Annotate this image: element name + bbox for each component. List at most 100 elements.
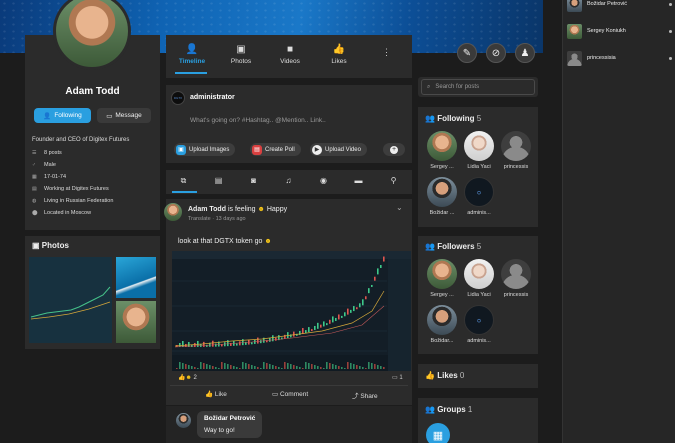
candle bbox=[239, 341, 241, 346]
candle bbox=[374, 276, 376, 281]
volume-bar bbox=[344, 368, 346, 369]
volume-bar bbox=[317, 366, 319, 369]
tab-timeline[interactable]: 👤 Timeline bbox=[168, 40, 216, 70]
comment-author[interactable]: Božidar Petrović bbox=[204, 415, 255, 422]
photos-title: ▣ Photos bbox=[32, 241, 69, 250]
photo-thumb-person[interactable] bbox=[116, 301, 156, 343]
post-image[interactable]: DGTX/BTC bbox=[172, 251, 411, 371]
volume-bar bbox=[260, 368, 262, 369]
chat-contact[interactable]: Sergey Koniukh bbox=[567, 23, 672, 39]
profile-detail-row: ⬤ Located in Moscow bbox=[32, 210, 92, 216]
following-person[interactable]: ⬡ adminis... bbox=[462, 177, 496, 216]
filter-tab-photo-posts[interactable]: ◙ bbox=[236, 172, 271, 189]
following-person[interactable]: princessis bbox=[499, 131, 533, 170]
poke-button[interactable]: ♟ bbox=[515, 43, 535, 63]
volume-bar bbox=[353, 364, 355, 369]
composer-input[interactable]: What's going on? #Hashtag.. @Mention.. L… bbox=[190, 117, 326, 124]
tab-likes[interactable]: 👍 Likes bbox=[315, 40, 363, 70]
groups-title[interactable]: 👥 Groups 1 bbox=[425, 405, 472, 414]
post-reactions[interactable]: 👍☻ 2 bbox=[178, 374, 197, 381]
followers-person[interactable]: Sergey ... bbox=[425, 259, 459, 298]
following-person[interactable]: Sergey ... bbox=[425, 131, 459, 170]
chat-contact[interactable]: Božidar Petrović bbox=[567, 0, 672, 12]
comment-author-avatar[interactable] bbox=[176, 413, 191, 428]
volume-bar bbox=[272, 365, 274, 369]
thumbs-up-icon: 👍 bbox=[332, 44, 346, 55]
tab-videos[interactable]: ■ Videos bbox=[266, 40, 314, 70]
volume-bar bbox=[380, 366, 382, 369]
photo-thumb-yacht[interactable] bbox=[116, 257, 156, 298]
volume-bar bbox=[371, 363, 373, 369]
more-options-icon[interactable]: ⋮ bbox=[382, 47, 391, 58]
smile-emoji-icon: ☻ bbox=[257, 206, 265, 213]
like-button[interactable]: 👍 Like bbox=[205, 390, 227, 398]
thumbs-up-icon: 👍 bbox=[205, 391, 214, 398]
chat-sidebar bbox=[562, 0, 675, 443]
create-poll-button[interactable]: ▤ Create Poll bbox=[250, 143, 301, 156]
person-avatar bbox=[427, 177, 457, 207]
comment-button[interactable]: ▭ Comment bbox=[272, 390, 308, 398]
followers-person[interactable]: Božidar... bbox=[425, 305, 459, 344]
followers-person[interactable]: ⬡ adminis... bbox=[462, 305, 496, 344]
edit-cover-button[interactable]: ✎ bbox=[457, 43, 477, 63]
share-button[interactable]: ⤴ Share bbox=[352, 390, 378, 400]
upload-images-button[interactable]: ▣ Upload Images bbox=[174, 143, 236, 156]
filter-tab-text-posts[interactable]: ▤ bbox=[201, 172, 236, 189]
candle bbox=[260, 340, 262, 344]
filter-tab-music-posts[interactable]: ♫ bbox=[271, 172, 306, 189]
post-comment-count[interactable]: ▭ 1 bbox=[392, 374, 403, 381]
places-icon: ◉ bbox=[320, 176, 327, 185]
likes-title[interactable]: 👍 Likes 0 bbox=[425, 371, 464, 380]
filter-tab-files[interactable]: ▬ bbox=[341, 172, 376, 189]
tab-photos[interactable]: ▣ Photos bbox=[217, 40, 265, 70]
volume-bar bbox=[338, 366, 340, 369]
message-button[interactable]: ▭ Message bbox=[97, 108, 151, 123]
search-input[interactable]: ⌕ Search for posts bbox=[421, 79, 535, 95]
list-icon: ☰ bbox=[32, 150, 37, 156]
candle bbox=[311, 329, 313, 332]
volume-bar bbox=[299, 367, 301, 369]
person-icon: 👤 bbox=[185, 44, 199, 55]
chat-avatar bbox=[567, 50, 582, 66]
post-author-avatar[interactable] bbox=[164, 203, 182, 221]
volume-bar bbox=[203, 363, 205, 369]
volume-bar bbox=[179, 362, 181, 369]
filter-tab-location[interactable]: ⚲ bbox=[376, 172, 411, 189]
followers-person[interactable]: Lidia Yaci bbox=[462, 259, 496, 298]
person-icon: ♟ bbox=[520, 47, 530, 59]
volume-bar bbox=[185, 364, 187, 369]
more-actions-button[interactable]: + bbox=[383, 143, 405, 156]
volume-bar bbox=[281, 368, 283, 369]
following-button[interactable]: 👤 Following bbox=[34, 108, 91, 123]
followers-person[interactable]: princessis bbox=[499, 259, 533, 298]
post-author[interactable]: Adam Todd bbox=[188, 206, 226, 213]
volume-bar bbox=[374, 364, 376, 369]
filter-tab-places[interactable]: ◉ bbox=[306, 172, 341, 189]
all-posts-icon: ⧉ bbox=[180, 175, 187, 185]
chevron-down-icon[interactable]: ⌄ bbox=[396, 203, 403, 212]
candle bbox=[317, 322, 319, 329]
post-divider bbox=[170, 385, 408, 386]
filter-tab-all-posts[interactable]: ⧉ bbox=[166, 172, 201, 189]
volume-bar bbox=[365, 368, 367, 369]
smile-reaction-icon: ☻ bbox=[185, 375, 192, 381]
candle bbox=[362, 299, 364, 306]
photo-thumb-chart[interactable] bbox=[29, 257, 112, 343]
candle bbox=[347, 308, 349, 315]
candle bbox=[221, 344, 223, 347]
location-icon: ⚲ bbox=[390, 176, 397, 185]
grid-icon: ▦ bbox=[432, 429, 444, 442]
volume-bar bbox=[176, 368, 178, 369]
profile-detail-row: ☰ 8 posts bbox=[32, 150, 62, 156]
upload-video-button[interactable]: ▶ Upload Video bbox=[310, 143, 367, 156]
following-person[interactable]: Lidia Yaci bbox=[462, 131, 496, 170]
volume-bar bbox=[356, 365, 358, 369]
group-avatar[interactable]: ▦ bbox=[426, 423, 450, 443]
following-person[interactable]: Božidar ... bbox=[425, 177, 459, 216]
volume-bar bbox=[278, 367, 280, 369]
chat-contact[interactable]: princessisia bbox=[567, 50, 672, 66]
volume-bar bbox=[188, 365, 190, 369]
active-filter-indicator bbox=[172, 191, 197, 193]
translate-link[interactable]: Translate bbox=[188, 216, 211, 222]
block-user-button[interactable]: ⊘ bbox=[486, 43, 506, 63]
